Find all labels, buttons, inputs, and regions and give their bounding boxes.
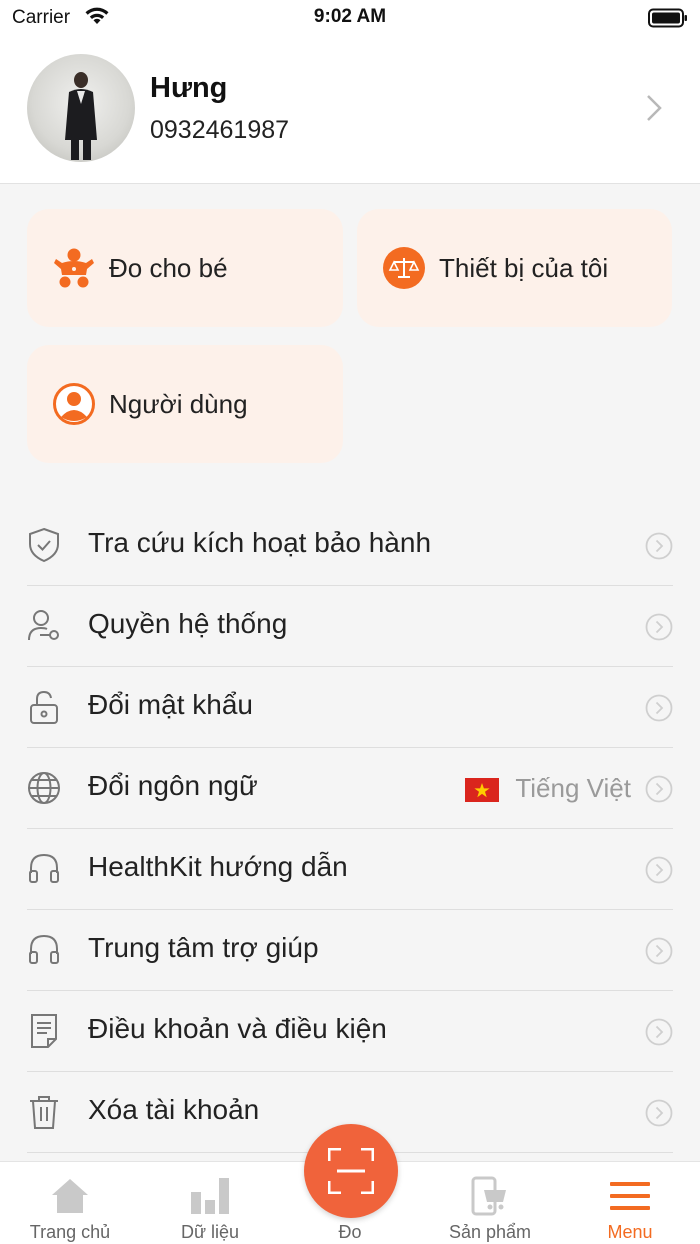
- headset-icon: [27, 851, 61, 887]
- card-label: Đo cho bé: [109, 252, 228, 283]
- product-cart-icon: [470, 1176, 510, 1216]
- tab-label: Menu: [607, 1222, 653, 1242]
- card-measure-baby[interactable]: Đo cho bé: [27, 209, 343, 327]
- bar-chart-icon: [190, 1176, 230, 1216]
- tab-products[interactable]: Sản phẩm: [420, 1162, 560, 1244]
- chevron-right-icon: [645, 1099, 673, 1132]
- settings-menu: Tra cứu kích hoạt bảo hành Quyền hệ thốn…: [27, 505, 673, 1153]
- vietnam-flag-icon: [465, 778, 499, 802]
- menu-item-permissions[interactable]: Quyền hệ thống: [27, 586, 673, 667]
- menu-item-change-language[interactable]: Đổi ngôn ngữ Tiếng Việt: [27, 748, 673, 829]
- tab-label: Sản phẩm: [448, 1222, 532, 1242]
- tab-label: Dữ liệu: [180, 1222, 240, 1242]
- profile-name: Hưng: [150, 72, 228, 104]
- tab-data[interactable]: Dữ liệu: [140, 1162, 280, 1244]
- chevron-right-icon[interactable]: [646, 94, 662, 127]
- headset-icon: [27, 932, 61, 968]
- shield-check-icon: [27, 527, 61, 563]
- chevron-right-icon: [645, 775, 673, 808]
- tab-menu[interactable]: Menu: [560, 1162, 700, 1244]
- avatar: [27, 54, 135, 162]
- tab-home[interactable]: Trang chủ: [0, 1162, 140, 1244]
- chevron-right-icon: [645, 856, 673, 889]
- baby-icon: [53, 247, 95, 289]
- status-bar: Carrier 9:02 AM: [0, 0, 700, 36]
- tab-label: Trang chủ: [29, 1222, 111, 1242]
- scan-button[interactable]: [304, 1124, 398, 1218]
- lock-icon: [27, 689, 61, 725]
- scan-icon: [327, 1147, 375, 1199]
- menu-label: Đổi mật khẩu: [88, 689, 253, 720]
- user-icon: [53, 383, 95, 425]
- menu-item-change-password[interactable]: Đổi mật khẩu: [27, 667, 673, 748]
- menu-item-help-center[interactable]: Trung tâm trợ giúp: [27, 910, 673, 991]
- menu-item-healthkit-guide[interactable]: HealthKit hướng dẫn: [27, 829, 673, 910]
- menu-label: Trung tâm trợ giúp: [88, 932, 319, 963]
- tab-label: Đo: [338, 1222, 362, 1242]
- menu-item-terms[interactable]: Điều khoản và điều kiện: [27, 991, 673, 1072]
- clock: 9:02 AM: [313, 6, 387, 27]
- language-value: Tiếng Việt: [515, 773, 631, 803]
- menu-label: Điều khoản và điều kiện: [88, 1013, 387, 1044]
- globe-icon: [27, 770, 61, 806]
- chevron-right-icon: [645, 937, 673, 970]
- scale-icon: [383, 247, 425, 289]
- card-my-devices[interactable]: Thiết bị của tôi: [357, 209, 672, 327]
- card-label: Người dùng: [109, 388, 248, 419]
- menu-label: Quyền hệ thống: [88, 608, 288, 639]
- chevron-right-icon: [645, 613, 673, 646]
- chevron-right-icon: [645, 532, 673, 565]
- trash-icon: [27, 1094, 61, 1130]
- home-icon: [50, 1176, 90, 1216]
- menu-label: Tra cứu kích hoạt bảo hành: [88, 527, 432, 558]
- card-label: Thiết bị của tôi: [439, 252, 609, 283]
- document-icon: [27, 1013, 61, 1049]
- user-key-icon: [27, 608, 61, 644]
- menu-item-warranty[interactable]: Tra cứu kích hoạt bảo hành: [27, 505, 673, 586]
- battery-icon: [648, 8, 688, 33]
- chevron-right-icon: [645, 1018, 673, 1051]
- menu-label: HealthKit hướng dẫn: [88, 851, 348, 882]
- chevron-right-icon: [645, 694, 673, 727]
- card-users[interactable]: Người dùng: [27, 345, 343, 463]
- menu-label: Đổi ngôn ngữ: [88, 770, 258, 801]
- profile-header[interactable]: Hưng 0932461987: [0, 36, 700, 184]
- profile-phone: 0932461987: [150, 116, 290, 144]
- menu-label: Xóa tài khoản: [88, 1094, 260, 1125]
- menu-icon: [610, 1176, 650, 1216]
